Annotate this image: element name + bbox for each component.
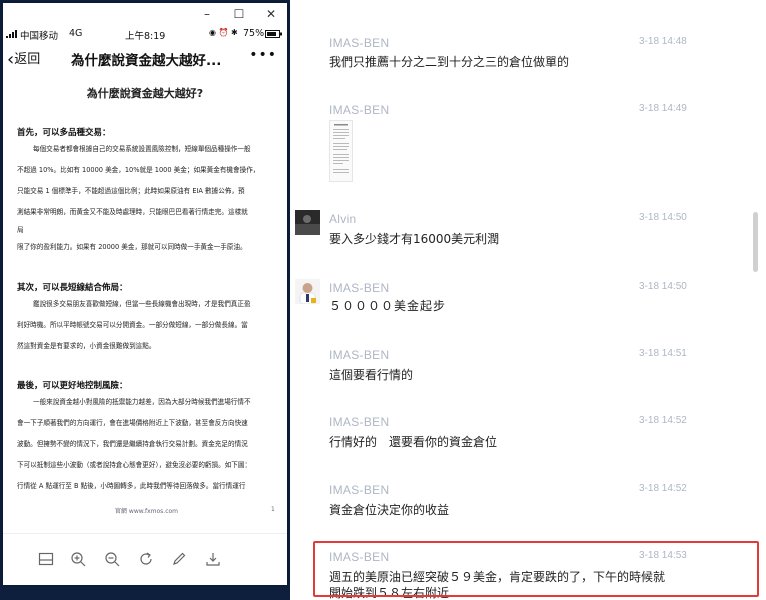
message-sender: IMAS-BEN [329, 348, 390, 362]
document-footer-site: 官網 www.fxmos.com [115, 508, 179, 515]
phone-status-bar: 中国移动 4G 上午8:19 ◉ ⏰ ✱ 75% [3, 27, 287, 43]
message-time: 3-18 14:50 [639, 212, 687, 223]
edit-icon [173, 552, 186, 565]
maximize-button[interactable]: ☐ [223, 3, 255, 25]
body-line: 只能交易 1 個標準手，不能超過這個比例；此時如果原油有 EIA 數據公佈，預 [17, 187, 245, 195]
message-text: 這個要看行情的 [329, 368, 414, 382]
highlight-box [313, 541, 759, 597]
message-time: 3-18 14:52 [639, 483, 687, 494]
body-line: 下可以抵制這些小波動（或者說持倉心態會更好），避免沒必要的虧損。如下圖： [17, 461, 252, 469]
body-line: 每個交易者都會根據自己的交易系統設置風險控制，短線單個品種操作一般 [33, 145, 251, 153]
zoom-out-icon [105, 552, 120, 567]
body-line: 鑑說很多交易朋友喜歡做短線，但當一些長線機會出現時，才是我們真正盈 [33, 300, 251, 308]
clock: 上午8:19 [125, 31, 166, 42]
body-line: 會一下子順著我們的方向運行，會在進場價格附近上下波動，甚至會反方向快速 [17, 419, 248, 427]
navigation-bar: ‹返回 為什麼說資金越大越好... ••• [3, 45, 287, 75]
zoom-out-button[interactable] [101, 548, 123, 570]
document-thumbnail-icon [333, 124, 349, 173]
battery-percent: 75% [243, 28, 265, 39]
section-heading: 其次，可以長短線結合佈局： [17, 283, 128, 293]
avatar[interactable] [295, 210, 320, 235]
document-page[interactable]: 為什麼說資金越大越好? 首先，可以多品種交易： 每個交易者都會根據自己的交易系統… [3, 77, 287, 529]
body-line: 波動。但擁勢不變的情況下，我們還是繼續持倉執行交易計劃。資金充足的情況 [17, 440, 248, 448]
body-line: 一般來說資金越小對風險的抵禦能力越差，因為大部分時候我們進場行情不 [33, 398, 251, 406]
signal-icon [6, 30, 17, 38]
body-line: 限了你的盈利能力。如果有 20000 美金，那就可以同時做一手黃金一手原油。 [17, 243, 247, 251]
message-text: ５００００美金起步 [329, 299, 447, 313]
viewer-toolbar [3, 533, 287, 585]
chat-history[interactable]: IMAS-BEN 3-18 14:48 我們只推薦十分之二到十分之三的倉位做單的… [290, 0, 766, 600]
body-line: 然這對資金是有要求的，小資金很難做到這點。 [17, 342, 156, 350]
battery-icon [265, 30, 282, 38]
minimize-button[interactable]: – [191, 3, 223, 25]
message-time: 3-18 14:49 [639, 103, 687, 114]
message-time: 3-18 14:48 [639, 36, 687, 47]
carrier-name: 中国移动 [20, 31, 59, 42]
back-label: 返回 [14, 52, 41, 67]
message-time: 3-18 14:52 [639, 415, 687, 426]
message-sender: IMAS-BEN [329, 483, 390, 497]
rotate-button[interactable] [135, 548, 157, 570]
image-thumbnail[interactable] [329, 120, 353, 182]
message-sender: IMAS-BEN [329, 415, 390, 429]
more-menu-button[interactable]: ••• [249, 47, 277, 63]
status-icons: ◉ ⏰ ✱ [209, 28, 238, 37]
message-sender: Alvin [329, 212, 357, 226]
message-text: 資金倉位決定你的收益 [329, 503, 450, 517]
edit-button[interactable] [168, 548, 190, 570]
section-body: 每個交易者都會根據自己的交易系統設置風險控制，短線單個品種操作一般 不超過 10… [17, 139, 279, 258]
body-line: 局 [17, 226, 24, 234]
download-icon [206, 553, 220, 566]
message-text: 我們只推薦十分之二到十分之三的倉位做單的 [329, 55, 570, 69]
avatar-image-icon [295, 210, 320, 235]
page-number: 1 [271, 506, 275, 513]
section-heading: 首先，可以多品種交易： [17, 128, 111, 138]
message-text: 行情好的 還要看你的資金倉位 [329, 435, 498, 449]
body-line: 利好時機。所以平時帳號交易可以分開資金。一部分做短線，一部分做長線。當 [17, 321, 248, 329]
close-button[interactable]: ✕ [255, 3, 287, 25]
download-button[interactable] [202, 548, 224, 570]
document-title: 為什麼說資金越大越好? [86, 87, 204, 100]
section-body: 鑑說很多交易朋友喜歡做短線，但當一些長線機會出現時，才是我們真正盈 利好時機。所… [17, 294, 279, 357]
page-title: 為什麼說資金越大越好... [71, 53, 222, 69]
message-sender: IMAS-BEN [329, 281, 390, 295]
zoom-in-button[interactable] [67, 548, 89, 570]
back-button[interactable]: ‹返回 [7, 48, 40, 70]
message-time: 3-18 14:51 [639, 348, 687, 359]
message-sender: IMAS-BEN [329, 103, 390, 117]
avatar[interactable] [295, 279, 320, 305]
layout-icon [38, 552, 54, 566]
zoom-in-icon [71, 552, 86, 567]
scrollbar[interactable] [753, 212, 758, 272]
document-viewer-window: – ☐ ✕ 中国移动 4G 上午8:19 ◉ ⏰ ✱ 75% ‹返回 為什麼說資… [3, 3, 287, 585]
body-line: 不超過 10%。比如有 10000 美金，10%就是 1000 美金；如果黃金有… [17, 166, 260, 174]
section-heading: 最後，可以更好地控制風險： [17, 381, 128, 391]
layout-button[interactable] [35, 548, 57, 570]
avatar-image-icon [295, 279, 320, 305]
message-time: 3-18 14:50 [639, 281, 687, 292]
rotate-icon [140, 552, 152, 565]
message-text: 要入多少錢才有16000美元利潤 [329, 232, 500, 246]
body-line: 測結果非常明朗，而黃金又不能及時處理時，只能眼巴巴看著行情走完。這樣就 [17, 208, 248, 216]
message-sender: IMAS-BEN [329, 36, 390, 50]
network-type: 4G [69, 28, 83, 39]
window-controls: – ☐ ✕ [191, 3, 287, 25]
section-body: 一般來說資金越小對風險的抵禦能力越差，因為大部分時候我們進場行情不 會一下子順著… [17, 392, 279, 497]
body-line: 行情從 A 點運行至 B 點後，小時圖轉多，此時我們等待回落做多。當行情運行 [17, 482, 246, 490]
